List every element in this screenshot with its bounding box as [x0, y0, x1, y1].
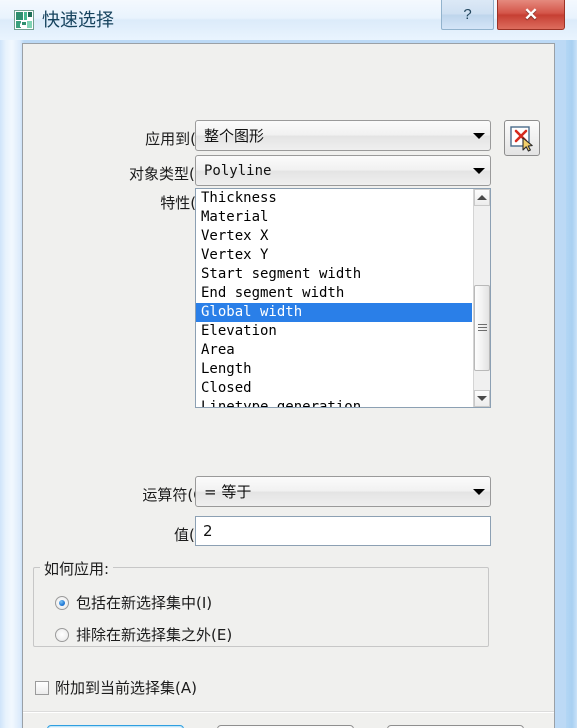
list-item[interactable]: Start segment width	[196, 265, 472, 284]
list-item[interactable]: Material	[196, 208, 472, 227]
list-item[interactable]: Area	[196, 341, 472, 360]
properties-listbox[interactable]: Thickness Material Vertex X Vertex Y Sta…	[195, 188, 491, 408]
close-icon: ✕	[523, 4, 539, 24]
list-item[interactable]: Vertex Y	[196, 246, 472, 265]
apply-to-combobox[interactable]: 整个图形	[195, 120, 491, 151]
scrollbar-thumb[interactable]	[474, 285, 490, 371]
radio-include-in-new-set[interactable]: 包括在新选择集中(I)	[55, 592, 212, 613]
autocad-quickselect-icon	[14, 10, 34, 30]
quick-select-dialog-window: 快速选择 ? ✕ 应用到(Y): 整个图形 对象类型(B): Polyline	[0, 0, 577, 728]
select-objects-button[interactable]	[504, 120, 540, 156]
apply-to-value: 整个图形	[204, 127, 265, 145]
button-bar-divider	[23, 711, 554, 713]
object-type-combobox[interactable]: Polyline	[195, 155, 491, 186]
question-mark-icon: ?	[463, 6, 472, 23]
value-input[interactable]: 2	[195, 516, 491, 546]
window-glass-right-edge	[566, 0, 577, 728]
chevron-down-icon	[468, 167, 490, 174]
window-title: 快速选择	[42, 10, 114, 31]
value-label: 值(V):	[63, 524, 216, 545]
chevron-down-icon	[468, 488, 490, 495]
list-item[interactable]: Closed	[196, 379, 472, 398]
append-checkbox-label: 附加到当前选择集(A)	[55, 679, 197, 697]
operator-value: = 等于	[204, 483, 252, 501]
object-type-label: 对象类型(B):	[128, 165, 216, 183]
select-objects-icon	[510, 126, 533, 152]
list-item[interactable]: Elevation	[196, 322, 472, 341]
list-item[interactable]: Vertex X	[196, 227, 472, 246]
checkbox-unchecked-icon	[35, 680, 49, 695]
operator-label: 运算符(O):	[142, 486, 216, 504]
how-to-apply-group-title: 如何应用:	[40, 558, 114, 579]
list-item[interactable]: End segment width	[196, 284, 472, 303]
list-item-selected[interactable]: Global width	[196, 303, 472, 322]
dialog-client-area: 应用到(Y): 整个图形 对象类型(B): Polyline 特性(P): Th…	[22, 43, 555, 728]
operator-combobox[interactable]: = 等于	[195, 476, 491, 507]
list-item[interactable]: Thickness	[196, 189, 472, 208]
radio-selected-icon	[55, 595, 69, 610]
title-bar: 快速选择 ? ✕	[0, 0, 577, 40]
properties-label: 特性(P):	[160, 194, 216, 212]
radio-exclude-label: 排除在新选择集之外(E)	[76, 626, 233, 644]
scroll-down-arrow-icon[interactable]	[474, 390, 490, 407]
properties-scrollbar[interactable]	[473, 189, 490, 407]
titlebar-help-button[interactable]: ?	[441, 0, 494, 30]
radio-unselected-icon	[55, 627, 69, 642]
object-type-value: Polyline	[204, 162, 272, 179]
titlebar-close-button[interactable]: ✕	[497, 0, 565, 30]
radio-exclude-from-new-set[interactable]: 排除在新选择集之外(E)	[55, 624, 232, 645]
apply-to-label: 应用到(Y):	[145, 130, 216, 148]
list-item[interactable]: Length	[196, 360, 472, 379]
properties-list-items: Thickness Material Vertex X Vertex Y Sta…	[196, 189, 472, 407]
list-item[interactable]: Linetype generation	[196, 398, 472, 407]
append-to-current-set-checkbox[interactable]: 附加到当前选择集(A)	[35, 677, 197, 698]
scroll-up-arrow-icon[interactable]	[474, 189, 490, 206]
radio-include-label: 包括在新选择集中(I)	[76, 594, 213, 612]
chevron-down-icon	[468, 132, 490, 139]
